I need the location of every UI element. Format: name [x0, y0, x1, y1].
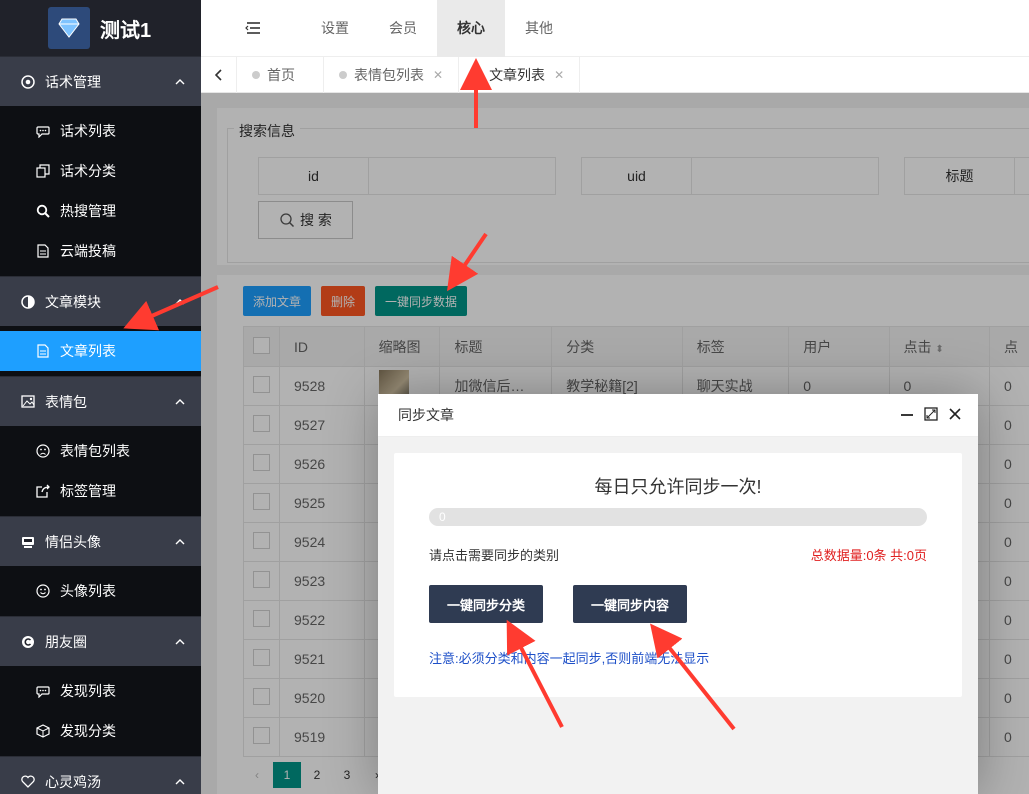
- sidebar-group-head[interactable]: 朋友圈: [0, 616, 201, 666]
- sidebar-item-label: 发现分类: [60, 723, 116, 739]
- tab-dot: [474, 70, 483, 79]
- top-nav-core[interactable]: 核心: [437, 0, 505, 57]
- sidebar-item-hot-search[interactable]: 热搜管理: [0, 191, 201, 231]
- sidebar-group-soup: 心灵鸡汤: [0, 756, 201, 794]
- sync-content-button[interactable]: 一键同步内容: [573, 585, 688, 623]
- sidebar-item-avatar-list[interactable]: 头像列表: [0, 571, 201, 611]
- half-circle-icon: [20, 294, 36, 310]
- sidebar-group-couple-avatar: 情侣头像 头像列表: [0, 516, 201, 616]
- sidebar-item-discover-list[interactable]: 发现列表: [0, 671, 201, 711]
- sidebar-item-discover-category[interactable]: 发现分类: [0, 711, 201, 751]
- sync-hint: 请点击需要同步的类别: [429, 548, 560, 563]
- sidebar-item-huashu-category[interactable]: 话术分类: [0, 151, 201, 191]
- menu-toggle-icon[interactable]: [201, 22, 301, 34]
- cube-icon: [35, 724, 50, 739]
- sidebar: 测试1 话术管理 话术列表 话术分类 热搜管理 云端投稿 文章模块 文章列表 表…: [0, 0, 201, 794]
- chrome-icon: [20, 74, 36, 90]
- heart-icon: [20, 774, 36, 790]
- sidebar-item-emoji-list[interactable]: 表情包列表: [0, 431, 201, 471]
- c-icon: [20, 634, 36, 650]
- sidebar-group-label: 文章模块: [45, 293, 101, 310]
- maximize-icon[interactable]: [924, 407, 938, 424]
- copy-icon: [35, 164, 50, 179]
- sidebar-group-article: 文章模块 文章列表: [0, 276, 201, 376]
- sidebar-item-tag-manage[interactable]: 标签管理: [0, 471, 201, 511]
- logo: 测试1: [0, 0, 201, 56]
- close-icon[interactable]: [948, 407, 962, 424]
- sidebar-group-huashu: 话术管理 话术列表 话术分类 热搜管理 云端投稿: [0, 56, 201, 276]
- sidebar-group-label: 话术管理: [45, 73, 101, 90]
- modal-header: 同步文章: [378, 394, 978, 437]
- sidebar-group-label: 情侣头像: [45, 533, 101, 550]
- sidebar-group-head[interactable]: 情侣头像: [0, 516, 201, 566]
- tab-dot: [252, 70, 260, 79]
- sidebar-item-label: 热搜管理: [60, 203, 116, 219]
- file-icon: [35, 344, 50, 359]
- sidebar-group-moments: 朋友圈 发现列表 发现分类: [0, 616, 201, 756]
- sidebar-item-huashu-list[interactable]: 话术列表: [0, 111, 201, 151]
- modal-tools: [900, 407, 962, 424]
- user-group-icon: [20, 534, 36, 550]
- modal-title: 同步文章: [398, 407, 454, 423]
- sync-note: 注意:必须分类和内容一起同步,否则前端无法显示: [429, 651, 710, 666]
- top-nav: 设置 会员 核心 其他: [201, 0, 1029, 57]
- sidebar-item-label: 表情包列表: [60, 443, 130, 459]
- sidebar-item-label: 头像列表: [60, 583, 116, 599]
- sidebar-group-head[interactable]: 文章模块: [0, 276, 201, 326]
- top-nav-other[interactable]: 其他: [505, 0, 573, 57]
- file-icon: [35, 244, 50, 259]
- tab-article-list[interactable]: 文章列表 ✕: [459, 56, 581, 93]
- sync-modal: 同步文章 每日只允许同步一次! 0 请点击需要同步的类别 总数据量:0条 共:0…: [378, 394, 978, 794]
- sidebar-group-label: 表情包: [45, 393, 87, 410]
- close-icon[interactable]: ✕: [433, 68, 443, 82]
- top-nav-members[interactable]: 会员: [369, 0, 437, 57]
- modal-heading: 每日只允许同步一次!: [594, 477, 762, 497]
- tab-dot: [339, 70, 347, 79]
- sidebar-item-label: 话术列表: [60, 123, 116, 139]
- chevron-up-icon: [175, 398, 185, 404]
- chevron-up-icon: [175, 778, 185, 784]
- tab-label: 文章列表: [489, 66, 546, 83]
- tab-label: 表情包列表: [354, 66, 424, 83]
- diamond-logo-icon: [48, 7, 90, 49]
- tab-home[interactable]: 首页: [237, 56, 324, 93]
- share-icon: [35, 484, 50, 499]
- sidebar-group-emoji: 表情包 表情包列表 标签管理: [0, 376, 201, 516]
- modal-body: 每日只允许同步一次! 0 请点击需要同步的类别 总数据量:0条 共:0页 一键同…: [394, 453, 962, 697]
- sidebar-item-article-list[interactable]: 文章列表: [0, 331, 201, 371]
- comment-icon: [35, 124, 50, 139]
- sidebar-item-label: 云端投稿: [60, 243, 116, 259]
- total-count: 总数据量:0条 共:0页: [810, 548, 927, 563]
- sidebar-item-label: 文章列表: [60, 343, 116, 359]
- sidebar-group-label: 朋友圈: [45, 633, 87, 650]
- chevron-up-icon: [175, 638, 185, 644]
- top-nav-settings[interactable]: 设置: [301, 0, 369, 57]
- sidebar-group-label: 心灵鸡汤: [45, 773, 101, 790]
- sidebar-item-label: 发现列表: [60, 683, 116, 699]
- sidebar-item-label: 标签管理: [60, 483, 116, 499]
- sidebar-item-label: 话术分类: [60, 163, 116, 179]
- comment-icon: [35, 684, 50, 699]
- sidebar-group-head[interactable]: 心灵鸡汤: [0, 756, 201, 794]
- tab-emoji-list[interactable]: 表情包列表 ✕: [324, 56, 460, 93]
- progress-bar: 0: [429, 508, 927, 526]
- chevron-up-icon: [175, 78, 185, 84]
- tabs-back-icon[interactable]: [201, 56, 237, 93]
- tab-label: 首页: [267, 66, 295, 83]
- sad-face-icon: [35, 444, 50, 459]
- chevron-up-icon: [175, 538, 185, 544]
- sidebar-group-head[interactable]: 表情包: [0, 376, 201, 426]
- close-icon[interactable]: ✕: [554, 68, 564, 82]
- sidebar-group-head[interactable]: 话术管理: [0, 56, 201, 106]
- tabs-bar: 首页 表情包列表 ✕ 文章列表 ✕: [201, 56, 1029, 93]
- smile-icon: [35, 584, 50, 599]
- sync-category-button[interactable]: 一键同步分类: [429, 585, 544, 623]
- chevron-up-icon: [175, 298, 185, 304]
- progress-text: 0: [439, 510, 446, 524]
- app-title: 测试1: [100, 19, 152, 42]
- sidebar-item-cloud-submit[interactable]: 云端投稿: [0, 231, 201, 271]
- search-icon: [35, 204, 50, 219]
- image-icon: [20, 394, 36, 410]
- minimize-icon[interactable]: [900, 407, 914, 424]
